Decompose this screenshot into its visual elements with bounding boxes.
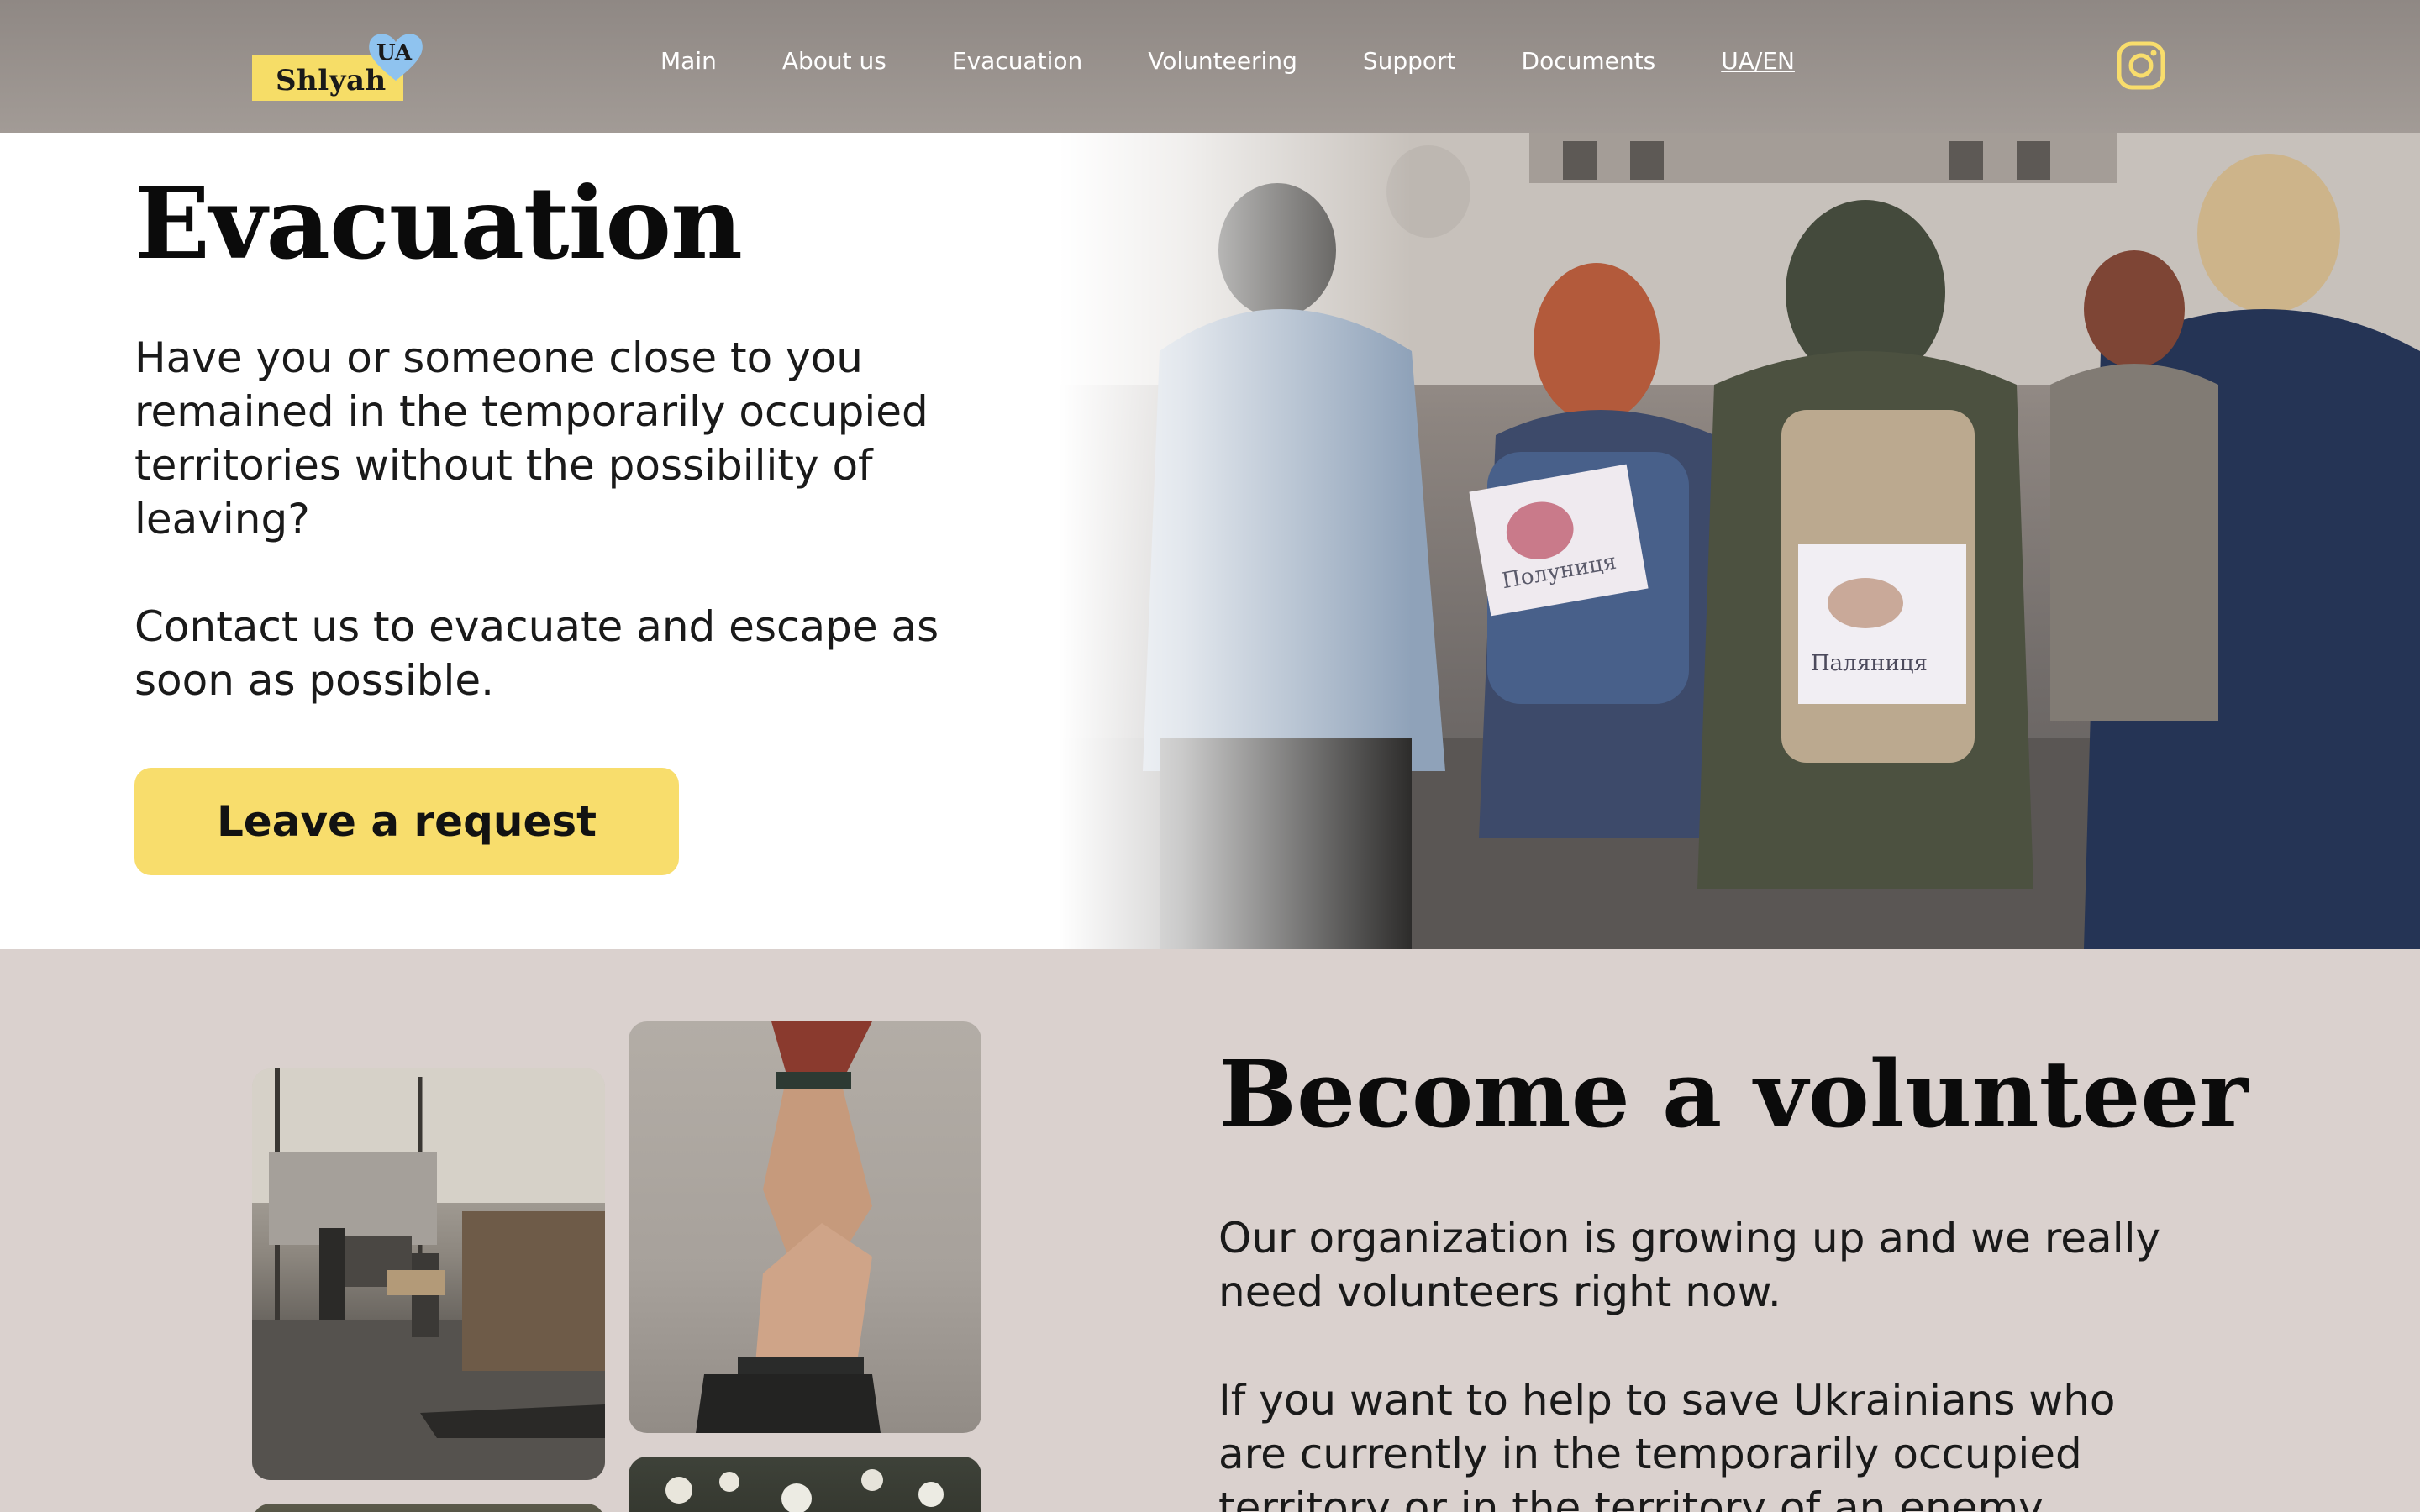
hero-paragraph-1: Have you or someone close to you remaine… <box>134 333 929 543</box>
nav-volunteering[interactable]: Volunteering <box>1148 47 1297 75</box>
section-title: Become a volunteer <box>1218 1040 2249 1148</box>
hero-paragraph-2: Contact us to evacuate and escape as soo… <box>134 602 939 705</box>
logo-badge: UA <box>376 40 413 66</box>
evacuation-hero: Полуниця Паляниця Evacuation Have you or… <box>0 133 2420 949</box>
page-title: Evacuation <box>134 165 743 281</box>
photo-delivery <box>252 1068 605 1480</box>
photo-hands <box>629 1021 981 1433</box>
delivery-illustration <box>252 1068 605 1480</box>
leave-request-button[interactable]: Leave a request <box>134 768 679 875</box>
volunteer-paragraph-1: Our organization is growing up and we re… <box>1218 1214 2161 1316</box>
logo[interactable]: UA Shlyah <box>252 30 429 102</box>
sign-bread: Паляниця <box>1798 544 1966 704</box>
photo-flowers <box>629 1457 981 1512</box>
nav-main[interactable]: Main <box>660 47 717 75</box>
nav-support[interactable]: Support <box>1363 47 1456 75</box>
logo-text: Shlyah <box>276 64 387 97</box>
volunteer-paragraph-2: If you want to help to save Ukrainians w… <box>1218 1376 2116 1512</box>
main-nav: Main About us Evacuation Volunteering Su… <box>660 47 1795 75</box>
volunteer-section: Become a volunteer Our organization is g… <box>0 949 2420 1512</box>
photo-fade-overlay <box>1059 133 1412 949</box>
nav-about-us[interactable]: About us <box>782 47 886 75</box>
nav-evacuation[interactable]: Evacuation <box>952 47 1082 75</box>
site-header: UA Shlyah Main About us Evacuation Volun… <box>0 0 2420 133</box>
photo-bottom-left <box>252 1504 605 1512</box>
sign-text-2: Паляниця <box>1811 651 1928 676</box>
language-switch[interactable]: UA/EN <box>1721 47 1795 75</box>
flowers-illustration <box>666 1469 944 1512</box>
hands-illustration <box>696 1021 881 1433</box>
instagram-icon[interactable] <box>2116 40 2166 91</box>
nav-documents[interactable]: Documents <box>1522 47 1656 75</box>
